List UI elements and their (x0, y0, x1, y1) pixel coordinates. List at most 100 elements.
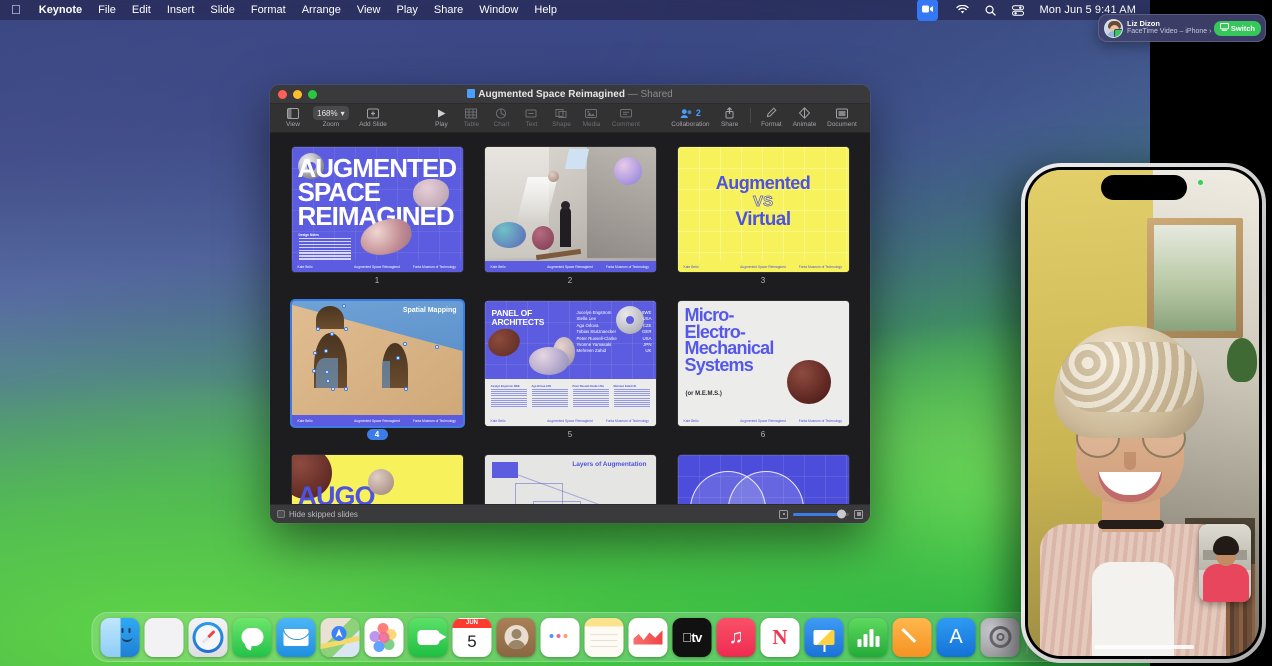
slide-thumbnail-4[interactable]: Spatial Mapping Kate Bello Augmented Spa… (292, 301, 463, 426)
dock-item-calendar[interactable]: JUN 5 (453, 618, 492, 657)
slide-thumbnail-6[interactable]: Micro- Electro- Mechanical Systems (or M… (678, 301, 849, 426)
dock-item-system-settings[interactable] (981, 618, 1020, 657)
play-button[interactable]: Play (426, 106, 456, 128)
maximize-button[interactable] (308, 90, 317, 99)
slide-thumbnail-3[interactable]: Augmented VS Virtual Kate Bello Augmente… (678, 147, 849, 272)
edit-handle[interactable] (403, 342, 407, 346)
dock-item-photos[interactable] (365, 618, 404, 657)
slide-navigator[interactable]: AUGMENTED SPACE REIMAGINED Design Notes … (270, 133, 870, 504)
minimize-button[interactable] (293, 90, 302, 99)
facetime-video-screen[interactable] (1028, 170, 1259, 656)
slide-cell[interactable]: Kate Bello Augmented Space Reimagined Fo… (485, 147, 656, 286)
edit-handle[interactable] (324, 349, 328, 353)
dock-item-stocks[interactable] (629, 618, 668, 657)
edit-handle[interactable] (313, 351, 317, 355)
dock-item-keynote[interactable] (805, 618, 844, 657)
control-center-icon[interactable] (1004, 0, 1032, 20)
menu-item-window[interactable]: Window (471, 0, 526, 20)
zoom-popup[interactable]: 168% ▾ (313, 106, 348, 120)
shape-button[interactable]: Shape (546, 106, 576, 128)
text-button[interactable]: Text (516, 106, 546, 128)
dock-item-reminders[interactable] (541, 618, 580, 657)
edit-handle[interactable] (342, 304, 346, 308)
window-controls[interactable] (270, 90, 317, 99)
menu-item-keynote[interactable]: Keynote (31, 0, 90, 20)
zoom-control[interactable]: 168% ▾ Zoom (308, 106, 354, 128)
wifi-icon[interactable] (948, 0, 977, 20)
video-icon[interactable] (909, 0, 948, 20)
format-button[interactable]: Format (756, 106, 788, 128)
edit-handle[interactable] (396, 356, 400, 360)
slide-thumbnail-2[interactable]: Kate Bello Augmented Space Reimagined Fo… (485, 147, 656, 272)
menu-item-file[interactable]: File (90, 0, 124, 20)
slide-thumbnail-5[interactable]: PANEL OF ARCHITECTS Jocelyn EngstromSWE … (485, 301, 656, 426)
large-thumbnail-icon[interactable] (854, 510, 863, 519)
slide-cell[interactable]: Micro- Electro- Mechanical Systems (or M… (678, 301, 849, 440)
apple-menu-icon[interactable]:  (0, 0, 31, 20)
animate-button[interactable]: Animate (787, 106, 822, 128)
slide-cell[interactable]: Layers of Augmentation (485, 455, 656, 504)
thumbnail-size-control[interactable] (779, 510, 863, 519)
comment-button[interactable]: Comment (606, 106, 645, 128)
search-icon[interactable] (977, 0, 1004, 20)
slide-cell[interactable]: AUGO (292, 455, 463, 504)
slide-thumbnail-1[interactable]: AUGMENTED SPACE REIMAGINED Design Notes … (292, 147, 463, 272)
menu-item-format[interactable]: Format (243, 0, 294, 20)
document-button[interactable]: Document (822, 106, 862, 128)
menu-item-edit[interactable]: Edit (124, 0, 159, 20)
slide-thumbnail-7[interactable]: AUGO (292, 455, 463, 504)
chart-button[interactable]: Chart (486, 106, 516, 128)
dock-item-safari[interactable] (189, 618, 228, 657)
dock-item-notes[interactable] (585, 618, 624, 657)
dock-item-mail[interactable] (277, 618, 316, 657)
dock-item-finder[interactable] (101, 618, 140, 657)
media-button[interactable]: Media (576, 106, 606, 128)
dock-item-appstore[interactable]: A (937, 618, 976, 657)
window-title-bar[interactable]: Augmented Space Reimagined — Shared (270, 85, 870, 104)
edit-handle[interactable] (325, 370, 329, 374)
facetime-notification-banner[interactable]: Liz Dizon FaceTime Video – iPhone › Swit… (1098, 14, 1266, 42)
keynote-toolbar[interactable]: View 168% ▾ Zoom Add Slide Play (270, 104, 870, 133)
switch-button[interactable]: Switch (1214, 21, 1261, 36)
dock-item-pages[interactable] (893, 618, 932, 657)
menu-item-share[interactable]: Share (426, 0, 471, 20)
close-button[interactable] (278, 90, 287, 99)
self-view-pip[interactable] (1199, 524, 1251, 602)
dock[interactable]: JUN 5 tv ♫ N A 0 ⇣ (92, 612, 1181, 662)
slide-cell[interactable]: Augmented VS Virtual Kate Bello Augmente… (678, 147, 849, 286)
iphone-device[interactable] (1021, 163, 1266, 663)
slide-cell[interactable]: PHYSICAL AUGMENTED VIRTUAL (678, 455, 849, 504)
keynote-window[interactable]: Augmented Space Reimagined — Shared View… (270, 85, 870, 523)
home-indicator[interactable] (1094, 645, 1194, 649)
edit-handle[interactable] (344, 387, 348, 391)
dock-item-news[interactable]: N (761, 618, 800, 657)
table-button[interactable]: Table (456, 106, 486, 128)
edit-handle[interactable] (435, 345, 439, 349)
edit-handle[interactable] (331, 387, 335, 391)
small-thumbnail-icon[interactable] (779, 510, 788, 519)
hide-skipped-slides-checkbox[interactable] (277, 510, 285, 518)
menu-item-play[interactable]: Play (388, 0, 425, 20)
dock-item-appletv[interactable]: tv (673, 618, 712, 657)
edit-handle[interactable] (316, 327, 320, 331)
slide-thumbnail-8[interactable]: Layers of Augmentation (485, 455, 656, 504)
dock-item-contacts[interactable] (497, 618, 536, 657)
menu-item-slide[interactable]: Slide (202, 0, 242, 20)
edit-handle[interactable] (312, 369, 316, 373)
collaboration-button[interactable]: 2 Collaboration (666, 106, 714, 128)
view-button[interactable]: View (278, 106, 308, 128)
slider-knob[interactable] (837, 510, 846, 519)
slide-cell[interactable]: Spatial Mapping Kate Bello Augmented Spa… (292, 301, 463, 440)
dock-item-maps[interactable] (321, 618, 360, 657)
thumbnail-size-slider[interactable] (793, 513, 849, 516)
menu-item-insert[interactable]: Insert (159, 0, 203, 20)
edit-handle[interactable] (326, 379, 330, 383)
share-button[interactable]: Share (715, 106, 745, 128)
menu-item-help[interactable]: Help (526, 0, 565, 20)
dock-item-facetime[interactable] (409, 618, 448, 657)
dock-item-numbers[interactable] (849, 618, 888, 657)
slide-cell[interactable]: PANEL OF ARCHITECTS Jocelyn EngstromSWE … (485, 301, 656, 440)
edit-handle[interactable] (344, 327, 348, 331)
add-slide-button[interactable]: Add Slide (354, 106, 392, 128)
slide-thumbnail-9[interactable]: PHYSICAL AUGMENTED VIRTUAL (678, 455, 849, 504)
